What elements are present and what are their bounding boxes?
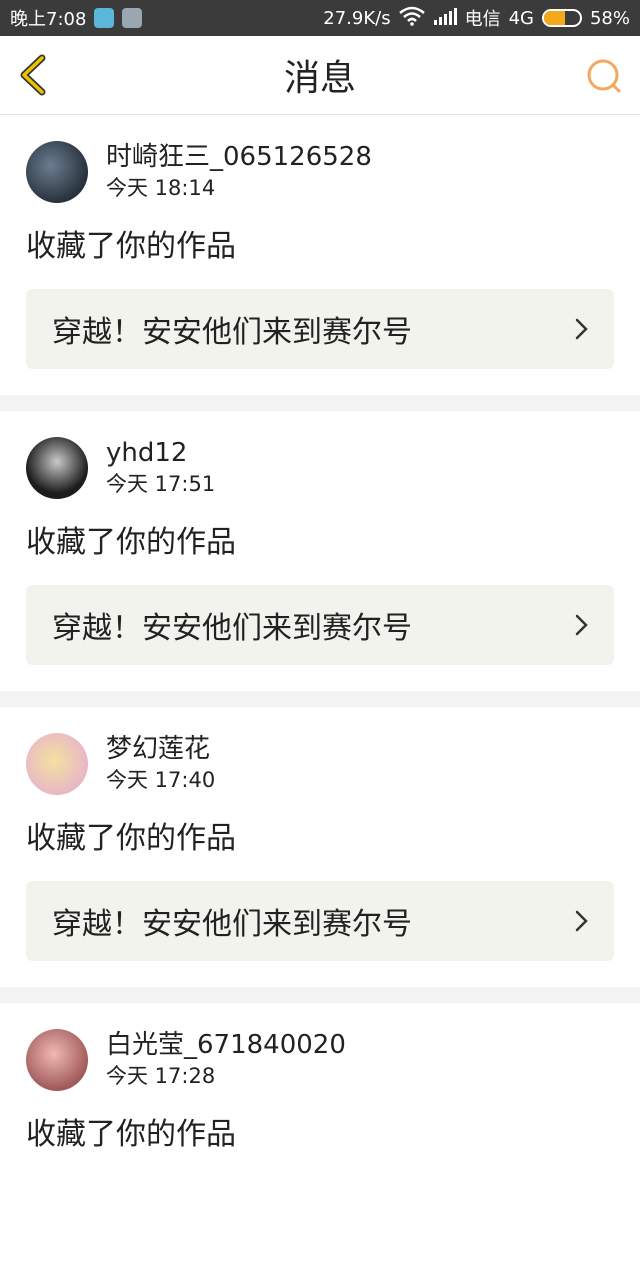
message-time: 今天 17:40	[106, 768, 216, 792]
message-time: 今天 17:51	[106, 472, 216, 496]
work-title: 穿越！安安他们来到赛尔号	[52, 611, 412, 646]
user-name[interactable]: yhd12	[106, 437, 215, 469]
chevron-right-icon	[575, 910, 588, 932]
avatar[interactable]	[26, 141, 88, 203]
message-action: 收藏了你的作品	[26, 525, 236, 560]
work-link[interactable]: 穿越！安安他们来到赛尔号	[26, 289, 614, 369]
wifi-icon	[398, 6, 425, 31]
status-time: 晚上7:08	[10, 9, 87, 30]
message-header: 白光莹_671840020 今天 17:28	[26, 1029, 614, 1091]
message-header: 时崎狂三_065126528 今天 18:14	[26, 141, 614, 203]
message-action: 收藏了你的作品	[26, 821, 236, 856]
avatar[interactable]	[26, 1029, 88, 1091]
search-icon	[587, 59, 621, 93]
network-speed: 27.9K/s	[323, 7, 391, 29]
header: 消息	[0, 36, 640, 115]
chevron-right-icon	[575, 318, 588, 340]
message-action: 收藏了你的作品	[26, 1117, 236, 1152]
battery-icon	[541, 9, 582, 27]
message-card: yhd12 今天 17:51 收藏了你的作品 穿越！安安他们来到赛尔号	[0, 411, 640, 691]
message-time: 今天 18:14	[106, 176, 216, 200]
page-title: 消息	[283, 58, 356, 99]
message-card: 白光莹_671840020 今天 17:28 收藏了你的作品	[0, 1003, 640, 1283]
message-header: 梦幻莲花 今天 17:40	[26, 733, 614, 795]
chevron-right-icon	[575, 614, 588, 636]
status-right: 27.9K/s 电信 4G 58%	[323, 5, 630, 31]
message-card: 梦幻莲花 今天 17:40 收藏了你的作品 穿越！安安他们来到赛尔号	[0, 707, 640, 987]
work-link[interactable]: 穿越！安安他们来到赛尔号	[26, 585, 614, 665]
user-name[interactable]: 时崎狂三_065126528	[106, 141, 372, 173]
search-button[interactable]	[584, 56, 624, 96]
message-header: yhd12 今天 17:51	[26, 437, 614, 499]
message-card: 时崎狂三_065126528 今天 18:14 收藏了你的作品 穿越！安安他们来…	[0, 115, 640, 395]
status-left: 晚上7:08	[10, 5, 143, 31]
battery-fill	[543, 11, 565, 25]
shield-app-icon	[94, 8, 115, 28]
signal-icon	[433, 7, 457, 30]
doc-app-icon	[122, 8, 143, 28]
avatar[interactable]	[26, 437, 88, 499]
user-meta: 白光莹_671840020 今天 17:28	[106, 1029, 346, 1091]
work-title: 穿越！安安他们来到赛尔号	[52, 315, 412, 350]
message-time: 今天 17:28	[106, 1064, 216, 1088]
battery-percent: 58%	[589, 7, 630, 29]
user-meta: yhd12 今天 17:51	[106, 437, 215, 499]
avatar[interactable]	[26, 733, 88, 795]
user-name[interactable]: 梦幻莲花	[106, 733, 215, 765]
message-action: 收藏了你的作品	[26, 229, 236, 264]
work-title: 穿越！安安他们来到赛尔号	[52, 907, 412, 942]
carrier-label: 电信	[464, 9, 501, 30]
message-list: 时崎狂三_065126528 今天 18:14 收藏了你的作品 穿越！安安他们来…	[0, 115, 640, 1283]
user-name[interactable]: 白光莹_671840020	[106, 1029, 346, 1061]
user-meta: 时崎狂三_065126528 今天 18:14	[106, 141, 372, 203]
status-bar: 晚上7:08 27.9K/s 电信 4G 58%	[0, 0, 640, 36]
network-type: 4G	[508, 7, 534, 29]
work-link[interactable]: 穿越！安安他们来到赛尔号	[26, 881, 614, 961]
user-meta: 梦幻莲花 今天 17:40	[106, 733, 215, 795]
